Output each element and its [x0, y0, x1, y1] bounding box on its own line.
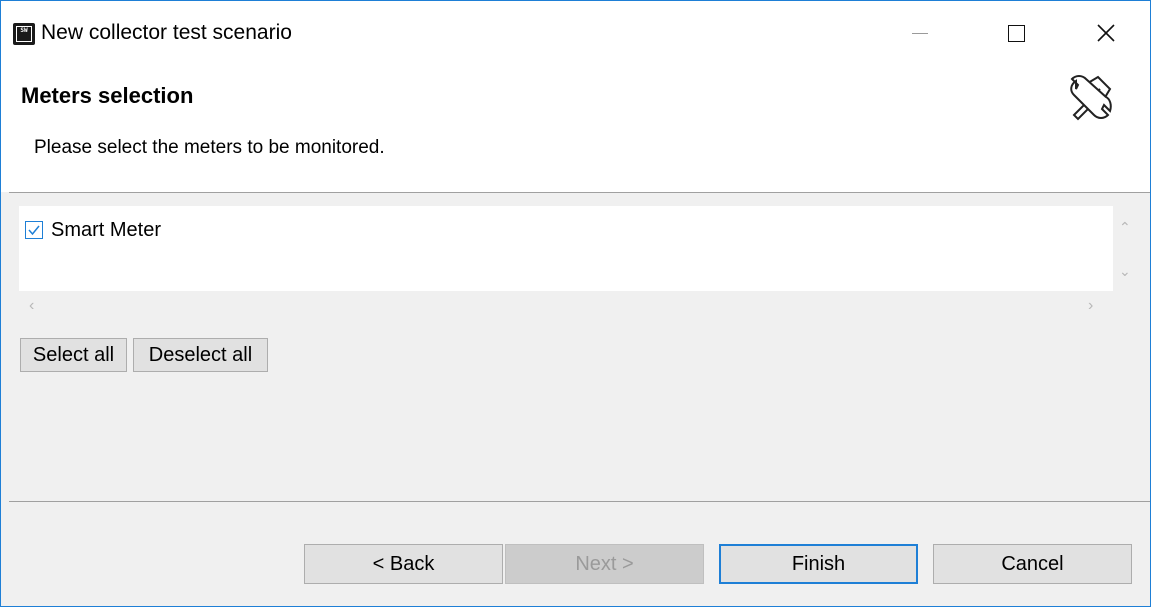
meter-checkbox[interactable]: [25, 221, 43, 239]
scroll-down-icon[interactable]: ⌄: [1119, 263, 1131, 280]
header-separator: [9, 192, 1150, 193]
close-button[interactable]: [1081, 15, 1131, 51]
window-title: New collector test scenario: [41, 21, 292, 44]
list-item[interactable]: Smart Meter: [25, 218, 161, 242]
close-icon: [1097, 24, 1115, 42]
page-description: Please select the meters to be monitored…: [34, 137, 385, 158]
cancel-button[interactable]: Cancel: [933, 544, 1132, 584]
check-icon: [28, 225, 40, 236]
wizard-header: Meters selection Please select the meter…: [1, 65, 1150, 192]
back-button[interactable]: < Back: [304, 544, 503, 584]
tools-icon: [1070, 75, 1112, 121]
app-icon-label: SW: [16, 26, 32, 42]
scroll-up-icon[interactable]: ⌃: [1119, 219, 1131, 236]
minimize-icon: [912, 32, 928, 34]
deselect-all-button[interactable]: Deselect all: [133, 338, 268, 372]
title-bar: SW New collector test scenario: [1, 1, 1150, 65]
maximize-icon: [1007, 24, 1025, 42]
meter-label: Smart Meter: [51, 218, 162, 241]
footer-separator: [9, 501, 1150, 502]
scroll-left-icon[interactable]: ‹: [29, 297, 34, 315]
select-all-button[interactable]: Select all: [20, 338, 127, 372]
next-button[interactable]: Next >: [505, 544, 704, 584]
meters-list[interactable]: Smart Meter: [19, 206, 1113, 291]
scroll-right-icon[interactable]: ›: [1088, 297, 1093, 315]
wizard-window: SW New collector test scenario Meters se…: [0, 0, 1151, 607]
finish-button[interactable]: Finish: [719, 544, 918, 584]
minimize-button[interactable]: [895, 15, 945, 51]
app-icon: SW: [13, 23, 35, 45]
maximize-button[interactable]: [991, 15, 1041, 51]
page-title: Meters selection: [21, 83, 194, 108]
